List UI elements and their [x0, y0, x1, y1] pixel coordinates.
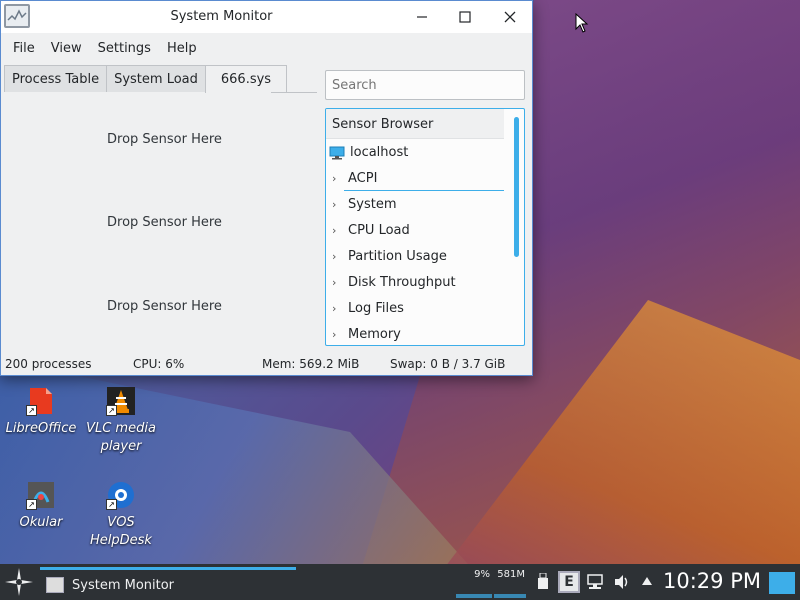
status-bar: 200 processes CPU: 6% Mem: 569.2 MiB Swa… — [1, 353, 532, 375]
clock[interactable]: 10:29 PM — [663, 569, 761, 593]
minimize-icon — [417, 16, 427, 18]
chevron-right-icon: › — [332, 224, 337, 237]
tab-bar: Process Table System Load 666.sys — [4, 65, 288, 93]
window-title: System Monitor — [170, 9, 273, 24]
status-swap: Swap: 0 B / 3.7 GiB — [390, 357, 506, 371]
usb-device-icon[interactable] — [538, 573, 548, 589]
tree-item-memory[interactable]: › Memory — [332, 327, 401, 342]
tree-item-acpi[interactable]: › ACPI — [332, 171, 377, 186]
close-button[interactable] — [496, 5, 524, 29]
desktop-icon-label: VLC media player — [86, 421, 156, 454]
status-cpu: CPU: 6% — [133, 357, 185, 371]
maximize-button[interactable] — [451, 5, 479, 29]
tree-item-disk-throughput[interactable]: › Disk Throughput — [332, 275, 456, 290]
application-launcher-icon[interactable] — [4, 567, 34, 597]
menu-file[interactable]: File — [5, 41, 43, 56]
show-desktop-button[interactable] — [769, 572, 795, 594]
sensor-browser: Sensor Browser localhost › ACPI › System ›… — [325, 108, 525, 346]
libreoffice-icon: ↗ — [26, 386, 56, 416]
desktop-icon-vos-helpdesk[interactable]: ↗ VOS HelpDesk — [81, 480, 161, 550]
chevron-right-icon: › — [332, 198, 337, 211]
desktop-icon-vlc[interactable]: ↗ VLC media player — [81, 386, 161, 456]
sensor-browser-scrollbar[interactable] — [514, 117, 519, 257]
status-processes: 200 processes — [5, 357, 92, 371]
chevron-right-icon: › — [332, 250, 337, 263]
chevron-right-icon: › — [332, 328, 337, 341]
helpdesk-icon: ↗ — [106, 480, 136, 510]
drop-sensor-slot-1[interactable]: Drop Sensor Here — [107, 132, 222, 147]
system-monitor-window: System Monitor File View Settings Help P… — [0, 0, 533, 376]
task-system-monitor[interactable]: System Monitor — [40, 567, 296, 600]
mouse-cursor-icon — [575, 13, 589, 33]
sensor-search-input[interactable] — [325, 70, 525, 100]
cpu-load-graph — [456, 594, 492, 598]
cpu-load-monitor[interactable]: 9% — [456, 566, 492, 598]
menu-settings[interactable]: Settings — [90, 41, 159, 56]
okular-icon: ↗ — [26, 480, 56, 510]
memory-monitor[interactable]: 581M — [494, 566, 526, 598]
tree-item-label: Memory — [348, 327, 401, 342]
tree-item-system[interactable]: › System — [332, 197, 396, 212]
vlc-icon: ↗ — [106, 386, 136, 416]
desktop-icon-libreoffice[interactable]: ↗ LibreOffice — [1, 386, 81, 438]
volume-icon[interactable] — [613, 573, 631, 591]
status-memory: Mem: 569.2 MiB — [262, 357, 360, 371]
tab-system-load[interactable]: System Load — [106, 65, 206, 92]
tree-item-log-files[interactable]: › Log Files — [332, 301, 404, 316]
tree-item-label: System — [348, 197, 397, 212]
system-monitor-task-icon — [46, 577, 64, 593]
e-app-tray-icon[interactable]: E — [558, 571, 580, 593]
tab-divider — [271, 92, 317, 93]
chevron-right-icon: › — [332, 172, 337, 185]
memory-graph — [494, 594, 526, 598]
minimize-button[interactable] — [408, 5, 436, 29]
tree-item-label: Disk Throughput — [348, 275, 456, 290]
tree-item-label: Log Files — [348, 301, 404, 316]
desktop-icon-label: LibreOffice — [5, 421, 77, 436]
maximize-icon — [459, 11, 471, 23]
selection-underline — [344, 190, 504, 191]
desktop-icon-okular[interactable]: ↗ Okular — [1, 480, 81, 532]
computer-icon — [329, 146, 345, 159]
chevron-right-icon: › — [332, 276, 337, 289]
network-icon[interactable] — [586, 573, 604, 591]
close-icon — [504, 11, 516, 23]
task-label: System Monitor — [72, 577, 175, 593]
tree-item-label: Partition Usage — [348, 249, 447, 264]
drop-sensor-slot-2[interactable]: Drop Sensor Here — [107, 215, 222, 230]
tree-item-partition-usage[interactable]: › Partition Usage — [332, 249, 447, 264]
chevron-right-icon: › — [332, 302, 337, 315]
memory-value: 581M — [497, 569, 525, 580]
tree-item-localhost[interactable]: localhost — [329, 145, 408, 160]
tree-item-cpu-load[interactable]: › CPU Load — [332, 223, 410, 238]
sensor-browser-header: Sensor Browser — [326, 109, 504, 139]
title-bar[interactable]: System Monitor — [1, 1, 532, 33]
tray-expand-arrow-icon[interactable] — [641, 576, 653, 586]
desktop-icon-label: VOS HelpDesk — [90, 515, 152, 548]
drop-sensor-slot-3[interactable]: Drop Sensor Here — [107, 299, 222, 314]
tree-host-label: localhost — [350, 145, 409, 160]
tree-item-label: ACPI — [348, 171, 378, 186]
tab-666-sys[interactable]: 666.sys — [204, 65, 288, 93]
taskbar: System Monitor 9% 581M E 10:29 PM — [0, 564, 800, 600]
menu-bar: File View Settings Help — [1, 33, 532, 63]
tree-item-label: CPU Load — [348, 223, 410, 238]
cpu-load-value: 9% — [474, 569, 490, 580]
menu-help[interactable]: Help — [159, 41, 205, 56]
desktop-icon-label: Okular — [19, 515, 63, 530]
menu-view[interactable]: View — [43, 41, 90, 56]
tab-process-table[interactable]: Process Table — [4, 65, 108, 92]
